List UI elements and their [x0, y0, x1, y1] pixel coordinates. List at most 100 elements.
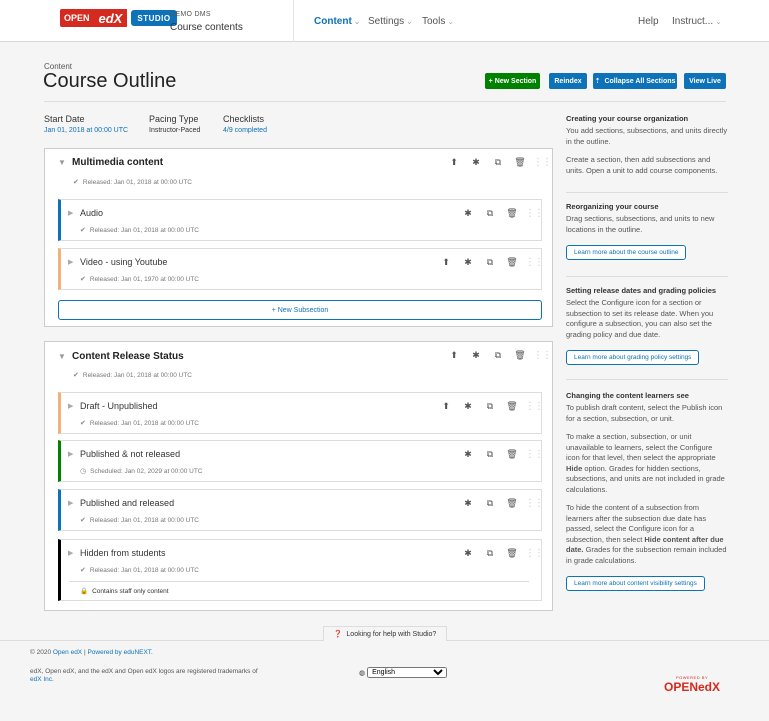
subsection-title[interactable]: Video - using Youtube — [80, 257, 167, 267]
subsection-title[interactable]: Hidden from students — [80, 548, 166, 558]
trash-icon[interactable]: 🗑 — [501, 449, 523, 460]
gear-icon[interactable]: ✱ — [457, 208, 479, 219]
language-select[interactable]: English — [367, 667, 448, 678]
nav-settings-label: Settings — [368, 16, 405, 27]
duplicate-icon[interactable]: ⧉ — [479, 401, 501, 412]
view-live-button[interactable]: View Live — [684, 73, 726, 89]
collapse-all-button[interactable]: ⇡ Collapse All Sections — [593, 73, 677, 89]
drag-handle-icon[interactable]: ⋮⋮ — [523, 257, 545, 268]
duplicate-icon[interactable]: ⧉ — [479, 257, 501, 268]
chevron-down-icon: ⌄ — [447, 17, 455, 26]
subsection-title[interactable]: Draft - Unpublished — [80, 401, 158, 411]
header: OPEN edX STUDIO DEMO DMS Course contents… — [0, 0, 769, 42]
sidebar-reorg: Reorganizing your course Drag sections, … — [566, 202, 728, 260]
studio-logo[interactable]: OPEN edX STUDIO — [60, 9, 177, 27]
chevron-down-icon: ⌄ — [715, 17, 722, 26]
learn-visibility-button[interactable]: Learn more about content visibility sett… — [566, 576, 705, 591]
course-name[interactable]: Course contents — [170, 22, 243, 33]
start-date-label: Start Date — [44, 114, 85, 124]
subsection-actions: ✱ ⧉ 🗑 ⋮⋮ — [457, 449, 545, 460]
learn-grading-button[interactable]: Learn more about grading policy settings — [566, 350, 700, 365]
subsection-status-text: Released: Jan 01, 2018 at 00:00 UTC — [89, 567, 200, 574]
drag-handle-icon[interactable]: ⋮⋮ — [523, 498, 545, 509]
drag-handle-icon[interactable]: ⋮⋮ — [523, 401, 545, 412]
trash-icon[interactable]: 🗑 — [501, 208, 523, 219]
reindex-button[interactable]: Reindex — [549, 73, 587, 89]
drag-handle-icon[interactable]: ⋮⋮ — [523, 548, 545, 559]
new-section-button[interactable]: + New Section — [485, 73, 540, 89]
duplicate-icon[interactable]: ⧉ — [487, 157, 509, 168]
subsection-actions: ⬆ ✱ ⧉ 🗑 ⋮⋮ — [435, 257, 545, 268]
section-title[interactable]: Content Release Status — [72, 351, 184, 362]
page-title: Course Outline — [43, 70, 177, 92]
text-run: To make a section, subsection, or unit u… — [566, 432, 716, 462]
gear-icon[interactable]: ✱ — [465, 157, 487, 168]
caret-right-icon[interactable]: ▶ — [68, 549, 73, 557]
learn-outline-button[interactable]: Learn more about the course outline — [566, 245, 687, 260]
sidebar-text: Drag sections, subsections, and units to… — [566, 214, 715, 234]
lock-icon: 🔒 — [80, 588, 89, 595]
caret-right-icon[interactable]: ▶ — [68, 402, 73, 410]
caret-right-icon[interactable]: ▶ — [68, 209, 73, 217]
subsection-status-text: Scheduled: Jan 02, 2029 at 00:00 UTC — [90, 468, 203, 475]
powered-by-logo[interactable]: POWERED BY OPENedX — [664, 675, 720, 694]
subsection-title[interactable]: Audio — [80, 208, 103, 218]
publish-icon[interactable]: ⬆ — [435, 401, 457, 412]
duplicate-icon[interactable]: ⧉ — [487, 350, 509, 361]
trash-icon[interactable]: 🗑 — [509, 350, 531, 361]
nav-user-menu[interactable]: Instruct... ⌄ — [672, 16, 722, 27]
section-content-release: ▼ Content Release Status ✔ Released: Jan … — [44, 341, 553, 611]
drag-handle-icon[interactable]: ⋮⋮ — [523, 449, 545, 460]
subsection-published-not-released: ▶ Published & not released ◷ Scheduled: J… — [58, 440, 545, 482]
logo-edx-text: edX — [93, 9, 128, 27]
drag-handle-icon[interactable]: ⋮⋮ — [523, 208, 545, 219]
publish-icon[interactable]: ⬆ — [443, 157, 465, 168]
collapse-all-label: Collapse All Sections — [604, 77, 676, 85]
publish-icon[interactable]: ⬆ — [435, 257, 457, 268]
section-title[interactable]: Multimedia content — [72, 157, 163, 168]
drag-handle-icon[interactable]: ⋮⋮ — [531, 157, 553, 168]
caret-right-icon[interactable]: ▶ — [68, 258, 73, 266]
trash-icon[interactable]: 🗑 — [501, 548, 523, 559]
nav-settings[interactable]: Settings ⌄ — [368, 16, 413, 27]
course-org: DEMO DMS — [170, 11, 211, 18]
nav-tools[interactable]: Tools ⌄ — [422, 16, 454, 27]
duplicate-icon[interactable]: ⧉ — [479, 548, 501, 559]
trash-icon[interactable]: 🗑 — [509, 157, 531, 168]
publish-icon[interactable]: ⬆ — [443, 350, 465, 361]
caret-right-icon[interactable]: ▶ — [68, 499, 73, 507]
gear-icon[interactable]: ✱ — [465, 350, 487, 361]
duplicate-icon[interactable]: ⧉ — [479, 449, 501, 460]
caret-down-icon[interactable]: ▼ — [58, 352, 66, 361]
gear-icon[interactable]: ✱ — [457, 401, 479, 412]
sidebar-visibility: Changing the content learners see To pub… — [566, 391, 728, 591]
trash-icon[interactable]: 🗑 — [501, 401, 523, 412]
subsection-title[interactable]: Published and released — [80, 498, 174, 508]
nav-content[interactable]: Content ⌄ — [314, 16, 360, 27]
gear-icon[interactable]: ✱ — [457, 449, 479, 460]
caret-down-icon[interactable]: ▼ — [58, 158, 66, 167]
help-tab[interactable]: ❓ Looking for help with Studio? — [323, 626, 447, 641]
new-subsection-button[interactable]: + New Subsection — [58, 300, 542, 320]
open-edx-link[interactable]: Open edX — [53, 649, 82, 656]
subsection-status: ✔ Released: Jan 01, 2018 at 00:00 UTC — [80, 516, 199, 524]
caret-right-icon[interactable]: ▶ — [68, 450, 73, 458]
powered-by-link[interactable]: Powered by eduNEXT. — [87, 649, 152, 656]
edx-inc-link[interactable]: edX Inc. — [30, 676, 54, 683]
subsection-title[interactable]: Published & not released — [80, 449, 180, 459]
duplicate-icon[interactable]: ⧉ — [479, 208, 501, 219]
subsection-actions: ⬆ ✱ ⧉ 🗑 ⋮⋮ — [435, 401, 545, 412]
duplicate-icon[interactable]: ⧉ — [479, 498, 501, 509]
gear-icon[interactable]: ✱ — [457, 498, 479, 509]
nav-help[interactable]: Help — [638, 16, 659, 27]
gear-icon[interactable]: ✱ — [457, 548, 479, 559]
subsection-status: ◷ Scheduled: Jan 02, 2029 at 00:00 UTC — [80, 467, 203, 475]
drag-handle-icon[interactable]: ⋮⋮ — [531, 350, 553, 361]
trash-icon[interactable]: 🗑 — [501, 257, 523, 268]
start-date-value[interactable]: Jan 01, 2018 at 00:00 UTC — [44, 127, 128, 134]
gear-icon[interactable]: ✱ — [457, 257, 479, 268]
help-tab-label: Looking for help with Studio? — [346, 630, 437, 638]
trash-icon[interactable]: 🗑 — [501, 498, 523, 509]
sidebar-text: To publish draft content, select the Pub… — [566, 403, 723, 423]
checklists-value[interactable]: 4/9 completed — [223, 127, 267, 134]
